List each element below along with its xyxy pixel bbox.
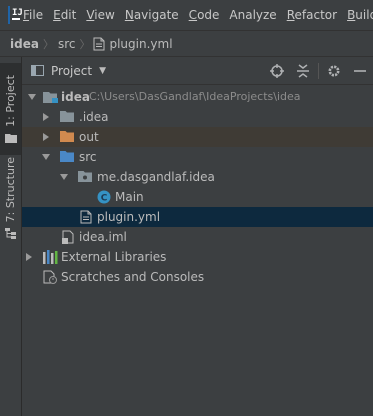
project-root-label: idea	[61, 90, 90, 104]
svg-text:C: C	[101, 194, 108, 204]
plugin-yml-label: plugin.yml	[97, 210, 161, 224]
menu-navigate-mnemonic: N	[124, 8, 134, 22]
project-panel-icon	[31, 65, 44, 76]
chevron-down-icon[interactable]	[27, 92, 37, 102]
module-folder-icon	[43, 92, 58, 103]
chevron-down-icon[interactable]	[41, 152, 51, 162]
menu-code-mnemonic: C	[188, 8, 198, 22]
left-tool-strip: 1: Project 7: Structure	[0, 57, 22, 416]
menu-code-label: ode	[197, 8, 220, 22]
menu-navigate[interactable]: Navigate	[120, 8, 184, 22]
tab-project-label: 1: Project	[4, 75, 17, 127]
navigation-bar: idea 〉 src 〉 plugin.yml	[0, 30, 373, 57]
tab-structure[interactable]: 7: Structure	[0, 155, 21, 241]
menu-refactor-label: efactor	[294, 8, 338, 22]
intellij-logo-icon: IJ	[8, 6, 23, 24]
src-dir-label: src	[79, 150, 97, 164]
excluded-folder-icon	[60, 131, 74, 142]
external-libraries-label: External Libraries	[61, 250, 167, 264]
breadcrumb-src[interactable]: src	[54, 37, 80, 51]
breadcrumb-project[interactable]: idea	[0, 37, 43, 51]
tab-structure-label: 7: Structure	[4, 156, 17, 223]
project-tree: idea C:\Users\DasGandlaf\IdeaProjects\id…	[22, 85, 373, 416]
menu-view[interactable]: View	[81, 8, 119, 22]
java-class-icon: C	[97, 190, 111, 204]
source-folder-icon	[60, 151, 74, 162]
menu-edit-label: dit	[60, 8, 77, 22]
tree-node-project-root[interactable]: idea C:\Users\DasGandlaf\IdeaProjects\id…	[22, 87, 373, 107]
locate-target-icon[interactable]	[264, 57, 290, 84]
scratches-label: Scratches and Consoles	[61, 270, 205, 284]
tree-node-idea-dir[interactable]: .idea	[22, 107, 373, 127]
structure-icon	[4, 228, 16, 240]
tree-node-out-dir[interactable]: out	[22, 127, 373, 147]
collapse-all-icon[interactable]	[290, 57, 316, 84]
gear-icon[interactable]	[321, 57, 347, 84]
menu-build[interactable]: Build	[342, 8, 373, 22]
main-class-label: Main	[115, 190, 144, 204]
menu-code[interactable]: Code	[184, 8, 225, 22]
menu-refactor-mnemonic: R	[286, 8, 295, 22]
toolbar-divider	[318, 62, 319, 79]
tab-project[interactable]: 1: Project	[0, 63, 21, 155]
chevron-right-icon[interactable]	[41, 132, 51, 142]
tool-window-title[interactable]: Project	[51, 64, 92, 78]
breadcrumb-separator-icon: 〉	[42, 37, 54, 51]
out-dir-label: out	[79, 130, 99, 144]
menu-view-label: iew	[94, 8, 115, 22]
tree-node-iml-file[interactable]: idea.iml	[22, 227, 373, 247]
minimize-icon[interactable]	[347, 57, 373, 84]
tree-node-package[interactable]: me.dasgandlaf.idea	[22, 167, 373, 187]
file-icon	[80, 210, 92, 224]
tree-node-plugin-yml[interactable]: plugin.yml	[22, 207, 373, 227]
package-label: me.dasgandlaf.idea	[97, 170, 215, 184]
package-icon	[78, 171, 92, 182]
chevron-right-icon[interactable]	[41, 112, 51, 122]
menu-navigate-label: avigate	[133, 8, 179, 22]
menu-analyze[interactable]: Analyze	[224, 8, 281, 22]
folder-icon	[4, 133, 17, 143]
menu-edit[interactable]: Edit	[48, 8, 81, 22]
chevron-right-icon[interactable]	[24, 252, 34, 262]
iml-file-label: idea.iml	[79, 230, 127, 244]
menu-bar: IJ File Edit View Navigate Code Analyze …	[0, 0, 373, 30]
tree-node-main-class[interactable]: C Main	[22, 187, 373, 207]
menu-refactor[interactable]: Refactor	[282, 8, 342, 22]
project-tool-window-header: Project ▼	[22, 57, 373, 85]
tool-window-actions	[264, 57, 373, 84]
chevron-down-icon[interactable]: ▼	[99, 66, 106, 76]
folder-icon	[60, 111, 74, 122]
chevron-down-icon[interactable]	[59, 172, 69, 182]
tree-node-src-dir[interactable]: src	[22, 147, 373, 167]
idea-dir-label: .idea	[79, 110, 109, 124]
library-icon	[43, 250, 58, 264]
breadcrumb-separator-icon: 〉	[79, 37, 91, 51]
menu-build-label: uild	[355, 8, 373, 22]
scratches-icon	[43, 270, 57, 284]
file-icon	[93, 37, 105, 50]
tree-node-scratches[interactable]: Scratches and Consoles	[22, 267, 373, 287]
breadcrumb-plugin-yml[interactable]: plugin.yml	[105, 37, 176, 51]
menu-analyze-label: Analyze	[229, 8, 277, 22]
menu-file-label: ile	[29, 8, 44, 22]
project-root-path: C:\Users\DasGandlaf\IdeaProjects\idea	[89, 90, 301, 103]
menu-edit-mnemonic: E	[53, 8, 61, 22]
module-file-icon	[62, 230, 74, 244]
tree-node-external-libraries[interactable]: External Libraries	[22, 247, 373, 267]
